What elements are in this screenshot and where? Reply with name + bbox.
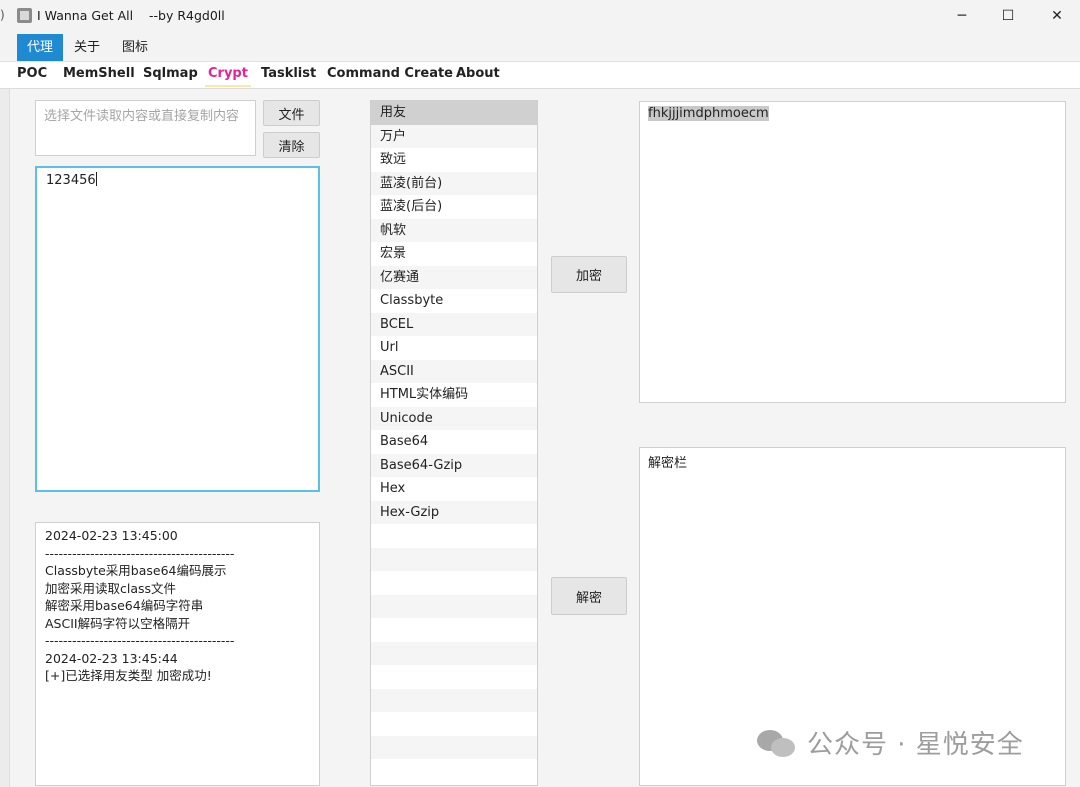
- plaintext-input[interactable]: 123456: [35, 166, 320, 492]
- crypt-type-item[interactable]: 万户: [371, 124, 537, 148]
- crypt-type-item[interactable]: Hex-Gzip: [371, 500, 537, 524]
- crypt-type-item[interactable]: ASCII: [371, 359, 537, 383]
- app-icon: [17, 8, 32, 23]
- log-lines: 2024-02-23 13:45:00 ---------------------…: [36, 523, 319, 689]
- text-caret: [95, 172, 97, 186]
- tab-poc[interactable]: POC: [17, 66, 47, 81]
- crypt-type-item[interactable]: Hex: [371, 477, 537, 501]
- clear-button[interactable]: 清除: [263, 132, 320, 158]
- empty-list-row: [371, 712, 537, 736]
- crypt-type-item[interactable]: 致远: [371, 148, 537, 172]
- crypt-type-item[interactable]: Unicode: [371, 406, 537, 430]
- window-title: I Wanna Get All --by R4gd0ll: [37, 8, 225, 23]
- empty-list-row: [371, 547, 537, 571]
- crypt-type-item[interactable]: Classbyte: [371, 289, 537, 313]
- tab-about[interactable]: About: [456, 66, 500, 81]
- crypt-type-item[interactable]: HTML实体编码: [371, 383, 537, 407]
- empty-list-row: [371, 641, 537, 665]
- crypt-type-list[interactable]: 用友 万户 致远 蓝凌(前台) 蓝凌(后台) 帆软 宏景 亿赛通 Classbyte BCEL Ur…: [370, 100, 538, 786]
- wechat-icon: [757, 728, 797, 758]
- menu-about[interactable]: 关于: [64, 34, 110, 61]
- empty-list-row: [371, 735, 537, 759]
- log-panel[interactable]: 2024-02-23 13:45:00 ---------------------…: [35, 522, 320, 786]
- tab-tasklist[interactable]: Tasklist: [261, 66, 316, 81]
- empty-list-row: [371, 759, 537, 783]
- empty-list-row: [371, 571, 537, 595]
- crypt-type-items: 用友 万户 致远 蓝凌(前台) 蓝凌(后台) 帆软 宏景 亿赛通 Classbyte BCEL Ur…: [371, 101, 537, 783]
- log-line: [+]已选择用友类型 加密成功!: [45, 668, 212, 683]
- close-icon: ✕: [1051, 8, 1063, 24]
- crypt-type-item[interactable]: Base64-Gzip: [371, 453, 537, 477]
- menu-icon[interactable]: 图标: [112, 34, 158, 61]
- log-line: Classbyte采用base64编码展示: [45, 563, 227, 578]
- tab-crypt[interactable]: Crypt: [205, 66, 251, 87]
- tab-memshell[interactable]: MemShell: [63, 66, 135, 81]
- menu-proxy[interactable]: 代理: [17, 34, 64, 61]
- close-button[interactable]: ✕: [1034, 0, 1080, 32]
- crypt-type-item[interactable]: 用友: [371, 101, 537, 125]
- empty-list-row: [371, 618, 537, 642]
- crypt-type-item[interactable]: 蓝凌(前台): [371, 171, 537, 195]
- crypt-type-item[interactable]: BCEL: [371, 312, 537, 336]
- tab-bar: POC MemShell Sqlmap Crypt Tasklist Comma…: [0, 61, 1080, 89]
- crypt-type-item[interactable]: Url: [371, 336, 537, 360]
- watermark-text: 公众号 · 星悦安全: [807, 730, 1024, 760]
- log-line: ----------------------------------------…: [45, 633, 235, 648]
- crypt-type-item[interactable]: 亿赛通: [371, 265, 537, 289]
- file-content-placeholder: 选择文件读取内容或直接复制内容: [44, 109, 240, 124]
- tab-sqlmap[interactable]: Sqlmap: [143, 66, 198, 81]
- encrypt-button[interactable]: 加密: [551, 256, 627, 293]
- encrypt-output[interactable]: fhkjjjimdphmoecm: [639, 101, 1066, 403]
- decrypt-output-value: 解密栏: [648, 456, 688, 471]
- left-edge-strip: [0, 89, 10, 787]
- log-line: 加密采用读取class文件: [45, 580, 177, 596]
- log-line: 2024-02-23 13:45:44: [45, 650, 178, 666]
- crypt-type-item[interactable]: 帆软: [371, 218, 537, 242]
- tab-command-create[interactable]: Command Create: [327, 66, 453, 81]
- edge-glyph: ): [0, 8, 5, 22]
- empty-list-row: [371, 688, 537, 712]
- minimize-icon: ─: [957, 8, 967, 24]
- file-content-input[interactable]: 选择文件读取内容或直接复制内容: [35, 100, 256, 156]
- empty-list-row: [371, 665, 537, 689]
- maximize-icon: ☐: [1001, 8, 1015, 24]
- decrypt-button[interactable]: 解密: [551, 577, 627, 615]
- encrypt-output-value: fhkjjjimdphmoecm: [648, 106, 769, 121]
- empty-list-row: [371, 524, 537, 548]
- menu-bar: 代理 关于 图标: [0, 32, 1080, 61]
- crypt-type-item[interactable]: Base64: [371, 430, 537, 454]
- maximize-button[interactable]: ☐: [985, 0, 1031, 32]
- watermark: 公众号 · 星悦安全: [757, 724, 1024, 761]
- crypt-type-item[interactable]: 蓝凌(后台): [371, 195, 537, 219]
- log-line: ----------------------------------------…: [45, 545, 235, 561]
- crypt-type-item[interactable]: 宏景: [371, 242, 537, 266]
- log-line: 2024-02-23 13:45:00: [45, 528, 178, 543]
- minimize-button[interactable]: ─: [939, 0, 985, 32]
- empty-list-row: [371, 594, 537, 618]
- log-line: ASCII解码字符以空格隔开: [45, 615, 191, 631]
- plaintext-value: 123456: [46, 173, 96, 188]
- log-line: 解密采用base64编码字符串: [45, 598, 204, 613]
- file-button[interactable]: 文件: [263, 100, 320, 126]
- title-bar: ) I Wanna Get All --by R4gd0ll ─ ☐ ✕: [0, 0, 1080, 32]
